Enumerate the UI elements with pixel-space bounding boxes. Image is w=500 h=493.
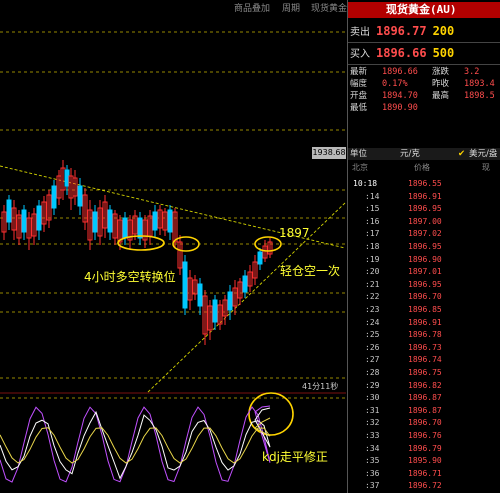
stat-item: 涨跌 3.2 [432,67,480,77]
candle-body [64,169,70,187]
support-trendline [147,202,346,393]
candle-body [51,185,57,209]
kdj-d-line [0,417,271,464]
panel-title: 现货黄金(AU) [348,2,500,18]
stat-item: 开盘 1894.70 [350,91,418,101]
candle-body [182,261,188,309]
candle-body [107,209,113,233]
stat-item: 最高 1898.5 [432,91,495,101]
tick-row: :37 1896.72 [365,481,442,491]
candle-body [36,205,42,231]
countdown-label: 41分11秒 [302,382,339,391]
candle-body [242,275,248,293]
annotation-1897: 1897 [279,226,310,240]
divider [348,42,500,43]
price-axis-tag: 1938.68 [312,147,346,159]
kdj-k-line [0,407,271,480]
candle-body [21,209,27,233]
candle-body [92,211,98,233]
candle-body [137,217,143,239]
annotation-kdj: kdj走平修正 [262,450,328,464]
stat-item: 最新 1896.66 [350,67,418,77]
symbol-link[interactable]: 现货黄金 [311,1,347,14]
divider [348,64,500,65]
overlay-link[interactable]: 商品叠加 [234,1,270,14]
stat-item: 最低 1890.90 [350,103,418,113]
candle-body [212,299,218,323]
quote-panel: 现货黄金(AU) 卖出 1896.77 200 买入 1896.66 500 最新 189… [347,0,500,493]
sell-quote[interactable]: 卖出 1896.77 200 [350,22,454,40]
annotation-4h-swing: 4小时多空转换位 [84,270,176,284]
annotation-light-short: 轻仓空一次 [280,264,341,278]
candle-body [77,185,83,207]
candle-body [257,251,263,265]
unit-value[interactable]: 元/克 [400,148,420,160]
price-chart[interactable]: 商品叠加 周期 现货黄金 1938.68 41分11秒 1897 4小时多空转换… [0,0,347,493]
ticks-header: 北京 价格 现 [352,163,490,172]
unit-bar: 单位 元/克 ✔ 美元/盎 [348,148,500,160]
candle-body [227,291,233,311]
candle-body [152,211,158,231]
candle-body [197,283,203,307]
candle-body [6,199,12,223]
period-link[interactable]: 周期 [282,1,300,14]
checkmark-icon: ✔ [458,149,466,159]
candlestick-svg[interactable] [0,0,347,493]
candle-body [167,209,173,233]
candle-body [122,217,128,239]
chart-topbar: 商品叠加 周期 现货黄金 [0,0,347,14]
buy-quote[interactable]: 买入 1896.66 500 [350,44,454,62]
stat-item: 幅度 0.17% [350,79,408,89]
currency-toggle[interactable]: 美元/盎 [469,148,497,160]
stat-item: 昨收 1893.4 [432,79,495,89]
